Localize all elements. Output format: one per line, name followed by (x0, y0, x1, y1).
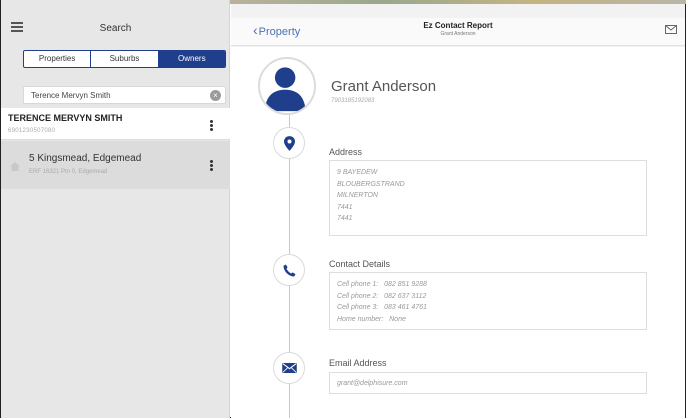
address-line: 7441 (337, 215, 353, 222)
clear-icon[interactable]: × (210, 90, 221, 101)
search-input-value: Terence Mervyn Smith (31, 91, 111, 100)
mail-icon[interactable] (665, 25, 677, 34)
property-list-item[interactable]: 5 Kingsmead, Edgemead ERF 16321 Ptn 0, E… (1, 141, 230, 189)
location-pin-icon (273, 127, 305, 159)
user-avatar-icon (258, 57, 316, 115)
email-address-label: Email Address (329, 358, 387, 368)
sidebar-title: Search (99, 23, 132, 34)
property-address: 5 Kingsmead, Edgemead (29, 153, 142, 164)
email-box: grant@delphisure.com (329, 372, 647, 394)
envelope-icon (273, 352, 305, 384)
page-title: Ez Contact Report (423, 21, 493, 30)
home-icon (10, 162, 20, 171)
contact-report-panel: ‹Property Ez Contact Report Grant Anders… (231, 4, 685, 418)
contact-details-label: Contact Details (329, 259, 391, 269)
person-id: 7903185192083 (331, 98, 375, 104)
owner-list-item[interactable]: TERENCE MERVYN SMITH 6901230507080 (1, 108, 230, 140)
owner-name: TERENCE MERVYN SMITH (8, 113, 123, 123)
email-value: grant@delphisure.com (337, 380, 408, 387)
sidebar-header: Search (1, 14, 230, 44)
property-erf: ERF 16321 Ptn 0, Edgemead (29, 169, 108, 175)
nav-bar: ‹Property Ez Contact Report Grant Anders… (231, 18, 685, 46)
report-content: Grant Anderson 7903185192083 Address 9 B… (231, 47, 685, 418)
contact-line: Cell phone 1: 082 851 9288 (337, 281, 427, 288)
search-mode-segmented-control: Properties Suburbs Owners (23, 50, 226, 68)
address-line: 7441 (337, 203, 353, 211)
contact-line: Home number: None (337, 315, 406, 323)
segment-suburbs[interactable]: Suburbs (91, 51, 159, 67)
contact-details-box: Cell phone 1: 082 851 9288 Cell phone 2:… (329, 272, 647, 330)
address-line: BLOUBERGSTRAND (337, 180, 405, 188)
segment-properties[interactable]: Properties (24, 51, 92, 67)
search-sidebar: Search Properties Suburbs Owners Terence… (1, 0, 230, 418)
owner-more-icon[interactable] (210, 120, 214, 132)
search-input[interactable]: Terence Mervyn Smith × (23, 86, 226, 104)
address-line: 9 BAYEDEW (337, 169, 378, 176)
person-name: Grant Anderson (331, 78, 437, 95)
address-box: 9 BAYEDEW BLOUBERGSTRAND MILNERTON 7441 … (329, 160, 647, 236)
address-line: MILNERTON (337, 192, 378, 199)
segment-owners[interactable]: Owners (158, 51, 225, 67)
address-label: Address (329, 147, 363, 157)
contact-line: Cell phone 3: 083 461 4761 (337, 304, 427, 311)
property-more-icon[interactable] (210, 160, 214, 172)
contact-line: Cell phone 2: 082 637 3112 (337, 292, 427, 300)
phone-icon (273, 254, 305, 286)
page-subtitle: Grant Anderson (440, 31, 476, 37)
owner-id: 6901230507080 (8, 128, 56, 134)
